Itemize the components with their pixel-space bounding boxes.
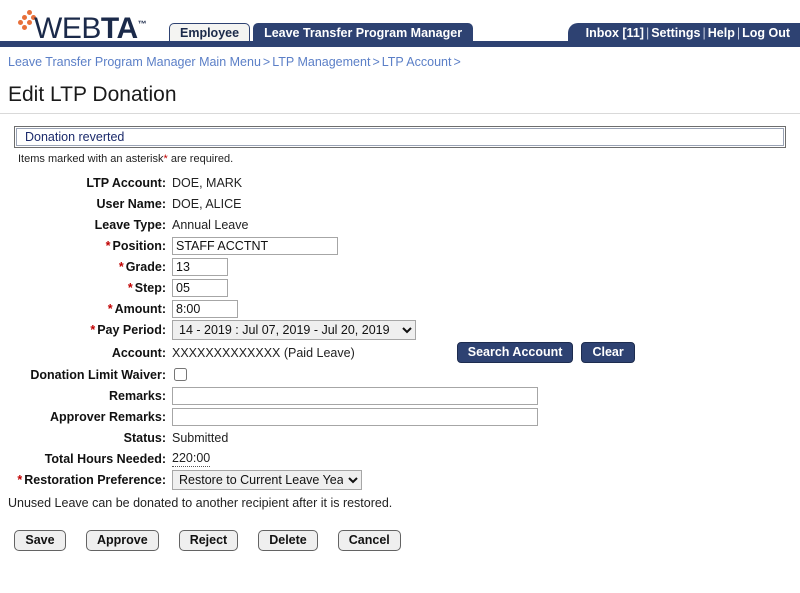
label-donation-limit-waiver: Donation Limit Waiver: (30, 367, 166, 382)
restoration-hint-text: Unused Leave can be donated to another r… (8, 496, 393, 510)
value-leave-type: Annual Leave (172, 217, 249, 232)
utility-sep-3: | (736, 26, 741, 40)
label-amount-text: Amount: (114, 301, 166, 316)
value-account: XXXXXXXXXXXXX (Paid Leave) (172, 345, 355, 360)
approve-button[interactable]: Approve (86, 530, 159, 551)
required-marker-grade: * (118, 259, 124, 274)
page-title: Edit LTP Donation (8, 83, 177, 106)
reject-button[interactable]: Reject (178, 530, 239, 551)
restoration-preference-select[interactable]: Restore to Current Leave Year (172, 470, 362, 490)
account-button-group: Search Account Clear (456, 342, 635, 363)
inbox-link[interactable]: Inbox [11] (586, 26, 644, 40)
label-total-hours-needed: Total Hours Needed: (44, 451, 166, 466)
value-ltp-account: DOE, MARK (172, 175, 243, 190)
label-position: * Position: (0, 239, 172, 253)
label-user-name: User Name: (96, 196, 166, 211)
label-grade: * Grade: (0, 260, 172, 274)
primary-tabs: Employee Leave Transfer Program Manager (169, 23, 474, 42)
value-total-hours-needed: 220:00 (172, 450, 211, 467)
breadcrumb: Leave Transfer Program Manager Main Menu… (0, 47, 800, 69)
required-note-pre: Items marked with an asterisk (18, 153, 164, 165)
value-total-hours-needed-wrap: 220:00 (172, 450, 211, 467)
breadcrumb-separator-3: > (453, 55, 461, 69)
row-remarks: Remarks: (0, 386, 800, 405)
grade-input[interactable] (172, 257, 228, 276)
tab-leave-transfer-program-manager[interactable]: Leave Transfer Program Manager (253, 23, 474, 42)
label-step: * Step: (0, 281, 172, 295)
utility-sep-2: | (702, 26, 706, 40)
label-restoration-preference: * Restoration Preference: (0, 473, 172, 487)
status-message-inner: Donation reverted (16, 128, 784, 146)
label-grade-text: Grade: (125, 259, 166, 274)
header-accent-bar (0, 41, 800, 47)
value-status: Submitted (172, 430, 229, 445)
row-pay-period: * Pay Period: 14 - 2019 : Jul 07, 2019 - … (0, 320, 800, 340)
step-input[interactable] (172, 278, 228, 297)
required-marker-amount: * (107, 301, 113, 316)
row-ltp-account: LTP Account: DOE, MARK (0, 173, 800, 192)
approver-remarks-input[interactable] (172, 407, 538, 426)
row-grade: * Grade: (0, 257, 800, 276)
tab-employee[interactable]: Employee (169, 23, 251, 42)
row-restoration-preference: * Restoration Preference: Restore to Curr… (0, 470, 800, 490)
label-status: Status: (123, 430, 166, 445)
breadcrumb-item-ltp-management[interactable]: LTP Management (272, 55, 370, 69)
row-amount: * Amount: (0, 299, 800, 318)
label-ltp-account: LTP Account: (86, 175, 166, 190)
breadcrumb-item-ltp-account[interactable]: LTP Account (382, 55, 452, 69)
required-marker-step: * (127, 280, 133, 295)
label-remarks: Remarks: (109, 388, 166, 403)
app-header: WEBTA™ Employee Leave Transfer Program M… (0, 0, 800, 47)
logout-link[interactable]: Log Out (742, 26, 790, 40)
webta-logo: WEBTA™ (8, 6, 158, 45)
label-approver-remarks: Approver Remarks: (49, 409, 166, 424)
required-note-post: are required. (167, 153, 234, 165)
edit-ltp-donation-form: LTP Account: DOE, MARK User Name: DOE, A… (0, 173, 800, 490)
row-donation-limit-waiver: Donation Limit Waiver: (0, 365, 800, 384)
label-account: Account: (111, 345, 166, 360)
settings-link[interactable]: Settings (651, 26, 700, 40)
label-step-text: Step: (134, 280, 166, 295)
label-amount: * Amount: (0, 302, 172, 316)
title-divider (0, 113, 800, 114)
label-position-text: Position: (112, 238, 166, 253)
logo-trademark: ™ (137, 19, 147, 29)
remarks-input[interactable] (172, 386, 538, 405)
delete-button[interactable]: Delete (258, 530, 318, 551)
required-marker-position: * (105, 238, 111, 253)
breadcrumb-separator-2: > (372, 55, 380, 69)
value-user-name: DOE, ALICE (172, 196, 242, 211)
clear-account-button[interactable]: Clear (581, 342, 635, 363)
label-leave-type: Leave Type: (94, 217, 166, 232)
amount-input[interactable] (172, 299, 238, 318)
row-step: * Step: (0, 278, 800, 297)
label-pay-period-text: Pay Period: (97, 323, 166, 337)
breadcrumb-separator-1: > (262, 55, 271, 69)
row-position: * Position: (0, 236, 800, 255)
row-approver-remarks: Approver Remarks: (0, 407, 800, 426)
cancel-button[interactable]: Cancel (337, 530, 401, 551)
row-status: Status: Submitted (0, 428, 800, 447)
form-action-bar: Save Approve Reject Delete Cancel (14, 530, 800, 551)
row-account: Account: XXXXXXXXXXXXX (Paid Leave) Sear… (0, 342, 800, 363)
save-button[interactable]: Save (14, 530, 66, 551)
donation-limit-waiver-checkbox[interactable] (174, 368, 187, 381)
row-total-hours-needed: Total Hours Needed: 220:00 (0, 449, 800, 468)
breadcrumb-item-main-menu[interactable]: Leave Transfer Program Manager Main Menu (8, 55, 261, 69)
label-restoration-preference-text: Restoration Preference: (24, 473, 166, 487)
label-pay-period: * Pay Period: (0, 323, 172, 337)
pay-period-select[interactable]: 14 - 2019 : Jul 07, 2019 - Jul 20, 2019 (172, 320, 416, 340)
status-message-box: Donation reverted (14, 126, 786, 148)
required-fields-note: Items marked with an asterisk* are requi… (18, 153, 800, 165)
search-account-button[interactable]: Search Account (456, 342, 574, 363)
row-user-name: User Name: DOE, ALICE (0, 194, 800, 213)
status-message-text: Donation reverted (25, 130, 125, 144)
row-leave-type: Leave Type: Annual Leave (0, 215, 800, 234)
help-link[interactable]: Help (708, 26, 735, 40)
position-input[interactable] (172, 236, 338, 255)
